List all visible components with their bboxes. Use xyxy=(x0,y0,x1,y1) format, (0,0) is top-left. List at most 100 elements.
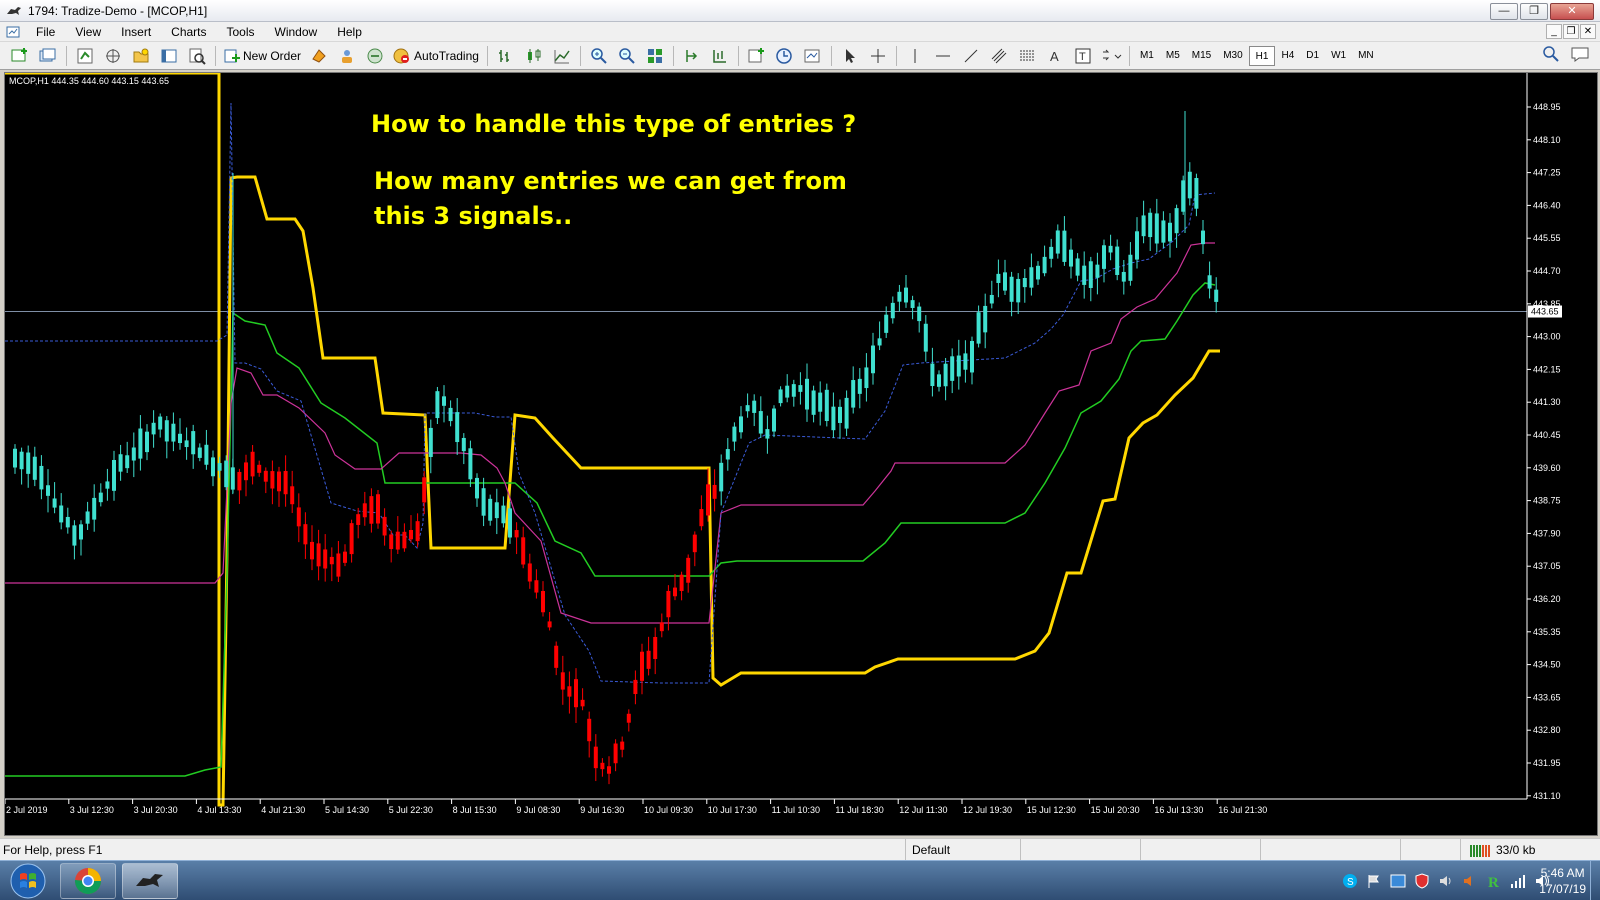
zoom-in-icon[interactable] xyxy=(588,45,610,67)
data-window-icon[interactable] xyxy=(102,45,124,67)
fibonacci-icon[interactable] xyxy=(1016,45,1038,67)
menu-tools[interactable]: Tools xyxy=(217,25,265,39)
candle-body xyxy=(989,294,994,304)
text-icon[interactable]: A xyxy=(1044,45,1066,67)
candle-body xyxy=(468,448,473,480)
menu-view[interactable]: View xyxy=(65,25,111,39)
candle-body xyxy=(105,481,110,489)
market-watch-icon[interactable] xyxy=(74,45,96,67)
trendline-icon[interactable] xyxy=(960,45,982,67)
start-button[interactable] xyxy=(2,861,54,900)
timeframe-d1[interactable]: D1 xyxy=(1300,46,1325,66)
auto-scroll-icon[interactable] xyxy=(681,45,703,67)
timeframe-m5[interactable]: M5 xyxy=(1160,46,1186,66)
bar-chart-icon[interactable] xyxy=(495,45,517,67)
timeframe-h4[interactable]: H4 xyxy=(1275,46,1300,66)
indicators-icon[interactable] xyxy=(746,45,768,67)
action-center-flag-icon[interactable] xyxy=(1366,873,1382,889)
metaeditor-icon[interactable] xyxy=(308,45,330,67)
price-chart[interactable]: 448.95 448.10 447.25 446.40 445.55 444.70 443.… xyxy=(4,72,1598,836)
network-app-icon[interactable] xyxy=(1390,873,1406,889)
taskbar-chrome-button[interactable] xyxy=(60,863,116,899)
candle-body xyxy=(343,551,347,563)
timeframe-m1[interactable]: M1 xyxy=(1134,46,1160,66)
candle-body xyxy=(1016,278,1021,303)
signal-strength-icon[interactable] xyxy=(1510,873,1526,889)
navigator-icon[interactable] xyxy=(130,45,152,67)
candle-body xyxy=(310,541,314,560)
profile-name: Default xyxy=(905,839,950,861)
profiles-icon[interactable] xyxy=(37,45,59,67)
crosshair-icon[interactable] xyxy=(867,45,889,67)
new-chart-icon[interactable] xyxy=(9,45,31,67)
svg-text:A: A xyxy=(1050,49,1059,64)
candle-body xyxy=(937,374,941,387)
cursor-icon[interactable] xyxy=(839,45,861,67)
candle-body xyxy=(600,762,605,770)
window-title: 1794: Tradize-Demo - [MCOP,H1] xyxy=(28,3,208,18)
arrows-icon[interactable] xyxy=(1100,45,1122,67)
mdi-restore-button[interactable]: ❐ xyxy=(1563,24,1579,39)
templates-icon[interactable] xyxy=(802,45,824,67)
speaker-icon[interactable] xyxy=(1438,873,1454,889)
horizontal-line-icon[interactable] xyxy=(932,45,954,67)
candlestick-chart-icon[interactable] xyxy=(523,45,545,67)
periods-icon[interactable] xyxy=(774,45,796,67)
timeframe-mn[interactable]: MN xyxy=(1352,46,1380,66)
taskbar-terminal-button[interactable] xyxy=(122,863,178,899)
candle-body xyxy=(1115,246,1120,275)
search-icon[interactable] xyxy=(1542,45,1560,66)
menu-charts[interactable]: Charts xyxy=(161,25,216,39)
candle-body xyxy=(1214,289,1219,302)
terminal-icon[interactable] xyxy=(158,45,180,67)
candle-body xyxy=(184,440,189,448)
candle-body xyxy=(1009,276,1014,302)
close-button[interactable]: ✕ xyxy=(1550,3,1594,20)
minimize-button[interactable]: — xyxy=(1490,3,1518,20)
audio-manager-icon[interactable] xyxy=(1462,873,1478,889)
tile-windows-icon[interactable] xyxy=(644,45,666,67)
timeframe-w1[interactable]: W1 xyxy=(1325,46,1352,66)
security-shield-icon[interactable] xyxy=(1414,873,1430,889)
chat-icon[interactable] xyxy=(1570,45,1590,66)
new-order-button[interactable]: New Order xyxy=(220,45,305,67)
candle-body xyxy=(224,460,229,488)
time-tick-label: 8 Jul 15:30 xyxy=(453,805,497,815)
timeframe-h1[interactable]: H1 xyxy=(1248,45,1276,66)
market-icon[interactable] xyxy=(364,45,386,67)
menu-insert[interactable]: Insert xyxy=(111,25,161,39)
zoom-out-icon[interactable] xyxy=(616,45,638,67)
menu-help[interactable]: Help xyxy=(327,25,372,39)
time-tick-label: 5 Jul 22:30 xyxy=(389,805,433,815)
annotation-entries-line2: this 3 signals.. xyxy=(374,202,573,230)
menu-file[interactable]: File xyxy=(26,25,65,39)
new-order-label: New Order xyxy=(243,48,302,63)
r-app-icon[interactable]: R xyxy=(1486,873,1502,891)
timeframe-m15[interactable]: M15 xyxy=(1186,46,1217,66)
candle-body xyxy=(725,449,730,460)
skype-icon[interactable]: S xyxy=(1342,873,1358,889)
candle-body xyxy=(435,391,440,419)
strategy-tester-icon[interactable] xyxy=(186,45,208,67)
autotrading-button[interactable]: AutoTrading xyxy=(389,45,483,67)
text-label-icon[interactable]: T xyxy=(1072,45,1094,67)
timeframe-m30[interactable]: M30 xyxy=(1217,46,1248,66)
line-chart-icon[interactable] xyxy=(551,45,573,67)
menu-window[interactable]: Window xyxy=(265,25,328,39)
equidistant-channel-icon[interactable] xyxy=(988,45,1010,67)
chart-shift-icon[interactable] xyxy=(709,45,731,67)
candle-body xyxy=(461,437,466,452)
candle-body xyxy=(508,508,512,538)
trading-signals-icon[interactable] xyxy=(336,45,358,67)
candle-body xyxy=(1168,222,1172,242)
candle-body xyxy=(890,302,895,319)
candle-body xyxy=(481,488,486,516)
mdi-minimize-button[interactable]: _ xyxy=(1546,24,1562,39)
restore-button[interactable]: ❐ xyxy=(1520,3,1548,20)
system-clock[interactable]: 5:46 AM 17/07/19 xyxy=(1539,865,1586,897)
show-desktop-button[interactable] xyxy=(1590,861,1600,900)
candle-body xyxy=(739,416,743,433)
candle-body xyxy=(204,444,209,465)
vertical-line-icon[interactable] xyxy=(904,45,926,67)
mdi-close-button[interactable]: ✕ xyxy=(1580,24,1596,39)
